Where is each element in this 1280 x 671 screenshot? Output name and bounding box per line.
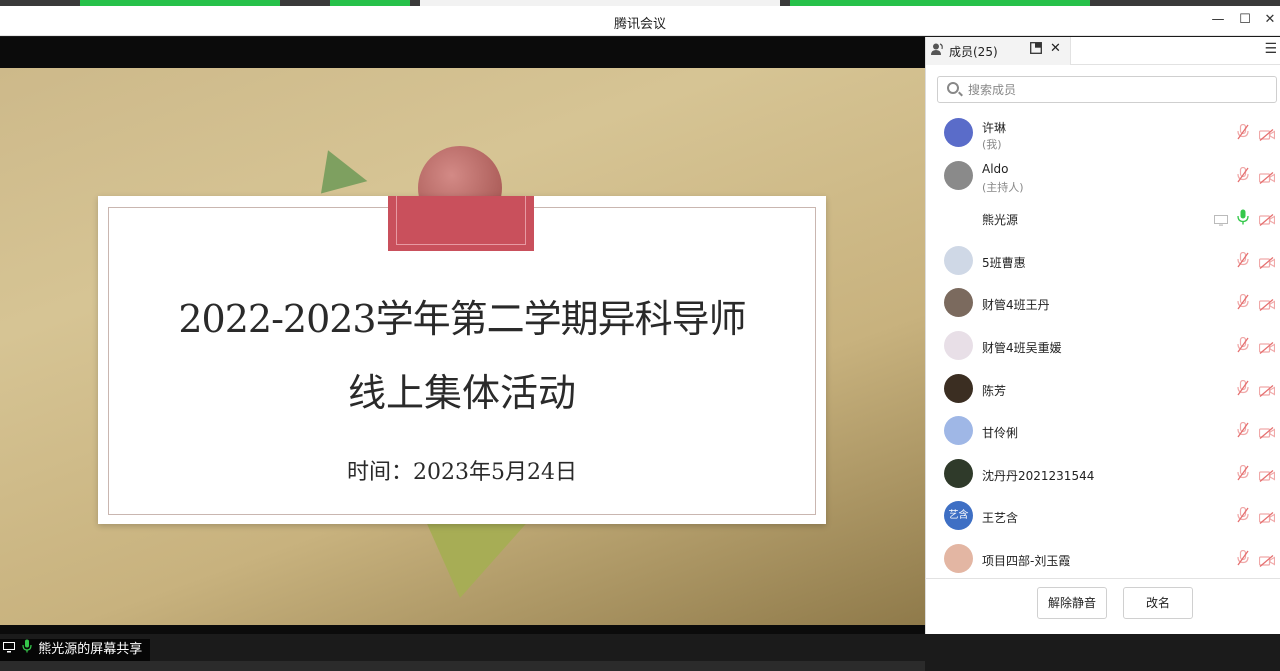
member-name: 项目四部-刘玉霞 xyxy=(982,554,1071,568)
avatar xyxy=(944,161,973,190)
member-name: 陈芳 xyxy=(982,384,1007,398)
member-name: 许琳 xyxy=(982,121,1007,135)
rename-button[interactable]: 改名 xyxy=(1123,587,1193,619)
mic-muted-icon[interactable] xyxy=(1237,379,1249,396)
camera-off-icon[interactable] xyxy=(1258,339,1276,354)
member-row[interactable]: 熊光源 xyxy=(926,198,1280,240)
member-name: Aldo xyxy=(982,162,1009,176)
slide-background: 2022-2023学年第二学期异科导师 线上集体活动 时间：2023年5月24日 xyxy=(0,68,925,625)
slide-ribbon xyxy=(388,196,534,251)
avatar xyxy=(944,544,973,573)
screen-share-label: 熊光源的屏幕共享 xyxy=(0,639,151,661)
camera-off-icon[interactable] xyxy=(1258,467,1276,482)
avatar xyxy=(944,118,973,147)
member-row[interactable]: 陈芳 xyxy=(926,369,1280,411)
member-name: 财管4班吴重媛 xyxy=(982,341,1062,355)
member-name: 5班曹惠 xyxy=(982,256,1026,270)
member-name: 甘伶俐 xyxy=(982,426,1019,440)
avatar: 艺含 xyxy=(944,501,973,530)
camera-off-icon[interactable] xyxy=(1258,552,1276,567)
member-role: (主持人) xyxy=(982,181,1024,194)
member-row[interactable]: 5班曹惠 xyxy=(926,241,1280,283)
member-name: 财管4班王丹 xyxy=(982,298,1050,312)
member-role: (我) xyxy=(982,138,1002,151)
mic-muted-icon[interactable] xyxy=(1237,464,1249,481)
members-footer: 解除静音 改名 xyxy=(926,578,1280,634)
shared-screen-area: 2022-2023学年第二学期异科导师 线上集体活动 时间：2023年5月24日… xyxy=(0,37,925,671)
menu-icon[interactable]: ☰ xyxy=(1264,41,1277,57)
bottom-strip xyxy=(0,661,925,671)
member-row[interactable]: 甘伶俐 xyxy=(926,411,1280,453)
slide-date: 时间：2023年5月24日 xyxy=(347,460,577,485)
member-name: 王艺含 xyxy=(982,511,1019,525)
member-row[interactable]: 财管4班吴重媛 xyxy=(926,326,1280,368)
user-icon xyxy=(931,43,945,58)
mic-on-icon xyxy=(20,639,34,661)
window-title: 腾讯会议 xyxy=(613,17,666,32)
decor-leaf xyxy=(310,142,368,194)
tab-members-label: 成员(25) xyxy=(949,45,998,59)
camera-off-icon[interactable] xyxy=(1258,382,1276,397)
popout-icon[interactable] xyxy=(1030,42,1042,57)
member-list: 许琳 (我) Aldo (主持人) 熊光源 5班曹惠财管4班王丹 财管4班吴重媛 陈芳甘伶俐沈… xyxy=(926,113,1280,579)
mic-on-icon[interactable] xyxy=(1237,209,1249,225)
member-search[interactable] xyxy=(937,76,1277,103)
camera-off-icon[interactable] xyxy=(1258,424,1276,439)
avatar xyxy=(944,203,973,232)
avatar xyxy=(944,416,973,445)
search-icon xyxy=(947,82,959,94)
camera-off-icon[interactable] xyxy=(1258,296,1276,311)
minimize-icon[interactable]: — xyxy=(1210,12,1226,28)
members-tabbar: 成员(25) ✕ ☰ xyxy=(926,37,1280,65)
avatar xyxy=(944,246,973,275)
unmute-all-button[interactable]: 解除静音 xyxy=(1037,587,1107,619)
mic-muted-icon[interactable] xyxy=(1237,251,1249,268)
camera-off-icon[interactable] xyxy=(1258,509,1276,524)
slide-subtitle: 线上集体活动 xyxy=(347,371,576,415)
slide-title-card: 2022-2023学年第二学期异科导师 线上集体活动 时间：2023年5月24日 xyxy=(98,196,826,524)
mic-muted-icon[interactable] xyxy=(1237,336,1249,353)
screen-share-name: 熊光源的屏幕共享 xyxy=(38,642,143,657)
mic-muted-icon[interactable] xyxy=(1237,123,1249,140)
mic-muted-icon[interactable] xyxy=(1237,166,1249,183)
member-row[interactable]: 财管4班王丹 xyxy=(926,283,1280,325)
camera-off-icon[interactable] xyxy=(1258,126,1276,141)
close-panel-icon[interactable]: ✕ xyxy=(1050,41,1061,56)
mic-muted-icon[interactable] xyxy=(1237,293,1249,310)
screen-icon xyxy=(2,639,16,661)
avatar xyxy=(944,459,973,488)
avatar xyxy=(944,374,973,403)
close-icon[interactable]: ✕ xyxy=(1262,12,1278,28)
search-input[interactable] xyxy=(968,81,1268,99)
camera-off-icon[interactable] xyxy=(1258,254,1276,269)
window-titlebar: 腾讯会议 — ☐ ✕ xyxy=(0,6,1280,36)
member-row[interactable]: Aldo (主持人) xyxy=(926,156,1280,198)
avatar xyxy=(944,288,973,317)
member-row[interactable]: 沈丹丹2021231544 xyxy=(926,454,1280,496)
screen-share-icon xyxy=(1214,211,1228,226)
mic-muted-icon[interactable] xyxy=(1237,549,1249,566)
maximize-icon[interactable]: ☐ xyxy=(1237,12,1253,28)
mic-muted-icon[interactable] xyxy=(1237,506,1249,523)
members-panel: 成员(25) ✕ ☰ 许琳 (我) Aldo (主持人) 熊光源 5班曹惠财管4班王丹财管… xyxy=(925,37,1280,634)
avatar xyxy=(944,331,973,360)
tab-members[interactable]: 成员(25) ✕ xyxy=(926,37,1071,65)
camera-off-icon[interactable] xyxy=(1258,169,1276,184)
camera-off-icon[interactable] xyxy=(1258,211,1276,226)
member-name: 沈丹丹2021231544 xyxy=(982,469,1095,483)
member-name: 熊光源 xyxy=(982,213,1019,227)
slide-title: 2022-2023学年第二学期异科导师 xyxy=(178,297,746,341)
member-row[interactable]: 艺含 王艺含 xyxy=(926,496,1280,538)
mic-muted-icon[interactable] xyxy=(1237,421,1249,438)
member-row[interactable]: 许琳 (我) xyxy=(926,113,1280,155)
member-row[interactable]: 项目四部-刘玉霞 xyxy=(926,539,1280,579)
